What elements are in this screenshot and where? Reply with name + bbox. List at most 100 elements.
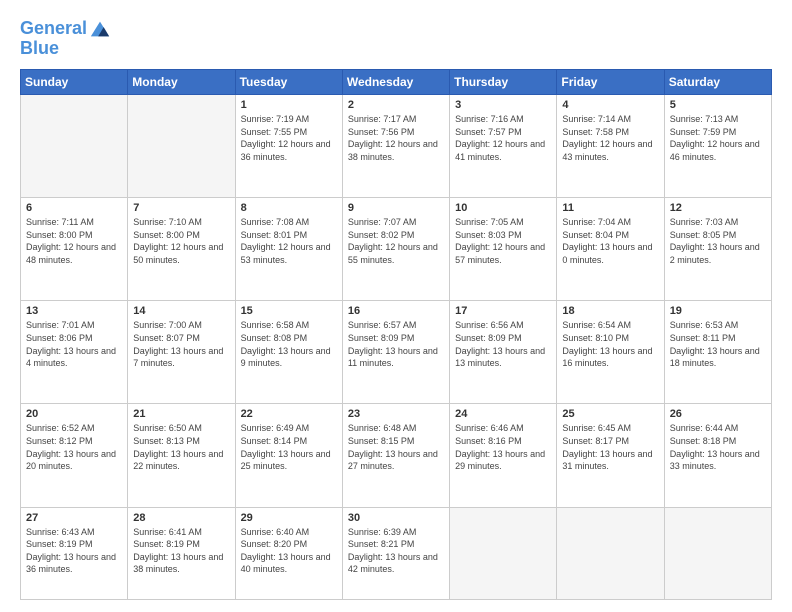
day-info: Sunrise: 7:17 AM Sunset: 7:56 PM Dayligh… xyxy=(348,113,444,163)
week-row-4: 27Sunrise: 6:43 AM Sunset: 8:19 PM Dayli… xyxy=(21,507,772,599)
day-info: Sunrise: 6:39 AM Sunset: 8:21 PM Dayligh… xyxy=(348,526,444,576)
calendar-cell xyxy=(557,507,664,599)
week-row-0: 1 Sunrise: 7:19 AM Sunset: 7:55 PM Daylig… xyxy=(21,95,772,198)
day-number: 9 xyxy=(348,202,444,214)
calendar-cell: 4 Sunrise: 7:14 AM Sunset: 7:58 PM Daylig… xyxy=(557,95,664,198)
calendar-cell: 9 Sunrise: 7:07 AM Sunset: 8:02 PM Daylig… xyxy=(342,198,449,301)
logo-blue: Blue xyxy=(20,38,111,59)
day-info: Sunrise: 7:04 AM Sunset: 8:04 PM Dayligh… xyxy=(562,216,658,266)
day-number: 1 xyxy=(241,99,337,111)
calendar-cell: 30Sunrise: 6:39 AM Sunset: 8:21 PM Dayli… xyxy=(342,507,449,599)
day-number: 24 xyxy=(455,408,551,420)
logo-general: General xyxy=(20,18,87,38)
calendar-cell: 11 Sunrise: 7:04 AM Sunset: 8:04 PM Dayli… xyxy=(557,198,664,301)
day-number: 21 xyxy=(133,408,229,420)
calendar-cell xyxy=(128,95,235,198)
day-number: 7 xyxy=(133,202,229,214)
day-number: 28 xyxy=(133,512,229,524)
calendar-cell xyxy=(21,95,128,198)
day-header-tuesday: Tuesday xyxy=(235,70,342,95)
day-info: Sunrise: 6:45 AM Sunset: 8:17 PM Dayligh… xyxy=(562,422,658,472)
logo-icon xyxy=(89,18,111,40)
day-info: Sunrise: 7:19 AM Sunset: 7:55 PM Dayligh… xyxy=(241,113,337,163)
day-number: 8 xyxy=(241,202,337,214)
page: General Blue SundayMondayTuesdayWednesda… xyxy=(0,0,792,612)
day-number: 15 xyxy=(241,305,337,317)
day-info: Sunrise: 7:08 AM Sunset: 8:01 PM Dayligh… xyxy=(241,216,337,266)
day-info: Sunrise: 6:41 AM Sunset: 8:19 PM Dayligh… xyxy=(133,526,229,576)
day-info: Sunrise: 7:16 AM Sunset: 7:57 PM Dayligh… xyxy=(455,113,551,163)
calendar-cell: 6 Sunrise: 7:11 AM Sunset: 8:00 PM Daylig… xyxy=(21,198,128,301)
day-info: Sunrise: 6:52 AM Sunset: 8:12 PM Dayligh… xyxy=(26,422,122,472)
day-info: Sunrise: 6:48 AM Sunset: 8:15 PM Dayligh… xyxy=(348,422,444,472)
day-header-wednesday: Wednesday xyxy=(342,70,449,95)
calendar-cell: 26 Sunrise: 6:44 AM Sunset: 8:18 PM Dayli… xyxy=(664,404,771,507)
day-info: Sunrise: 6:40 AM Sunset: 8:20 PM Dayligh… xyxy=(241,526,337,576)
calendar-cell: 22Sunrise: 6:49 AM Sunset: 8:14 PM Dayli… xyxy=(235,404,342,507)
day-number: 5 xyxy=(670,99,766,111)
day-number: 3 xyxy=(455,99,551,111)
calendar-cell: 7 Sunrise: 7:10 AM Sunset: 8:00 PM Daylig… xyxy=(128,198,235,301)
day-info: Sunrise: 6:43 AM Sunset: 8:19 PM Dayligh… xyxy=(26,526,122,576)
calendar-cell: 20Sunrise: 6:52 AM Sunset: 8:12 PM Dayli… xyxy=(21,404,128,507)
calendar-cell: 5Sunrise: 7:13 AM Sunset: 7:59 PM Daylig… xyxy=(664,95,771,198)
logo: General Blue xyxy=(20,18,111,59)
day-info: Sunrise: 6:58 AM Sunset: 8:08 PM Dayligh… xyxy=(241,319,337,369)
day-header-saturday: Saturday xyxy=(664,70,771,95)
day-info: Sunrise: 6:46 AM Sunset: 8:16 PM Dayligh… xyxy=(455,422,551,472)
day-number: 18 xyxy=(562,305,658,317)
logo-text: General xyxy=(20,19,87,39)
calendar-cell: 17Sunrise: 6:56 AM Sunset: 8:09 PM Dayli… xyxy=(450,301,557,404)
day-info: Sunrise: 6:49 AM Sunset: 8:14 PM Dayligh… xyxy=(241,422,337,472)
day-info: Sunrise: 7:10 AM Sunset: 8:00 PM Dayligh… xyxy=(133,216,229,266)
day-number: 6 xyxy=(26,202,122,214)
calendar-cell xyxy=(664,507,771,599)
calendar-cell: 1 Sunrise: 7:19 AM Sunset: 7:55 PM Daylig… xyxy=(235,95,342,198)
calendar-cell: 14 Sunrise: 7:00 AM Sunset: 8:07 PM Dayli… xyxy=(128,301,235,404)
day-info: Sunrise: 6:53 AM Sunset: 8:11 PM Dayligh… xyxy=(670,319,766,369)
day-number: 23 xyxy=(348,408,444,420)
day-header-monday: Monday xyxy=(128,70,235,95)
week-row-1: 6 Sunrise: 7:11 AM Sunset: 8:00 PM Daylig… xyxy=(21,198,772,301)
calendar-cell: 21 Sunrise: 6:50 AM Sunset: 8:13 PM Dayli… xyxy=(128,404,235,507)
day-number: 29 xyxy=(241,512,337,524)
calendar-cell: 23 Sunrise: 6:48 AM Sunset: 8:15 PM Dayli… xyxy=(342,404,449,507)
day-info: Sunrise: 6:44 AM Sunset: 8:18 PM Dayligh… xyxy=(670,422,766,472)
day-info: Sunrise: 7:11 AM Sunset: 8:00 PM Dayligh… xyxy=(26,216,122,266)
calendar-table: SundayMondayTuesdayWednesdayThursdayFrid… xyxy=(20,69,772,600)
calendar-cell: 24 Sunrise: 6:46 AM Sunset: 8:16 PM Dayli… xyxy=(450,404,557,507)
day-number: 11 xyxy=(562,202,658,214)
calendar-header-row: SundayMondayTuesdayWednesdayThursdayFrid… xyxy=(21,70,772,95)
week-row-2: 13Sunrise: 7:01 AM Sunset: 8:06 PM Dayli… xyxy=(21,301,772,404)
day-number: 16 xyxy=(348,305,444,317)
day-info: Sunrise: 7:14 AM Sunset: 7:58 PM Dayligh… xyxy=(562,113,658,163)
calendar-cell: 8 Sunrise: 7:08 AM Sunset: 8:01 PM Daylig… xyxy=(235,198,342,301)
day-number: 2 xyxy=(348,99,444,111)
calendar-cell: 19 Sunrise: 6:53 AM Sunset: 8:11 PM Dayli… xyxy=(664,301,771,404)
day-number: 14 xyxy=(133,305,229,317)
day-info: Sunrise: 7:00 AM Sunset: 8:07 PM Dayligh… xyxy=(133,319,229,369)
day-info: Sunrise: 6:50 AM Sunset: 8:13 PM Dayligh… xyxy=(133,422,229,472)
calendar-cell: 15 Sunrise: 6:58 AM Sunset: 8:08 PM Dayli… xyxy=(235,301,342,404)
calendar-cell xyxy=(450,507,557,599)
calendar-cell: 18 Sunrise: 6:54 AM Sunset: 8:10 PM Dayli… xyxy=(557,301,664,404)
day-info: Sunrise: 6:54 AM Sunset: 8:10 PM Dayligh… xyxy=(562,319,658,369)
calendar-cell: 10Sunrise: 7:05 AM Sunset: 8:03 PM Dayli… xyxy=(450,198,557,301)
calendar-cell: 27Sunrise: 6:43 AM Sunset: 8:19 PM Dayli… xyxy=(21,507,128,599)
day-number: 4 xyxy=(562,99,658,111)
day-info: Sunrise: 6:56 AM Sunset: 8:09 PM Dayligh… xyxy=(455,319,551,369)
day-number: 25 xyxy=(562,408,658,420)
calendar-cell: 25 Sunrise: 6:45 AM Sunset: 8:17 PM Dayli… xyxy=(557,404,664,507)
day-number: 26 xyxy=(670,408,766,420)
calendar-cell: 2 Sunrise: 7:17 AM Sunset: 7:56 PM Daylig… xyxy=(342,95,449,198)
day-number: 12 xyxy=(670,202,766,214)
calendar-cell: 12Sunrise: 7:03 AM Sunset: 8:05 PM Dayli… xyxy=(664,198,771,301)
day-header-friday: Friday xyxy=(557,70,664,95)
day-header-sunday: Sunday xyxy=(21,70,128,95)
calendar-cell: 3 Sunrise: 7:16 AM Sunset: 7:57 PM Daylig… xyxy=(450,95,557,198)
calendar-cell: 29 Sunrise: 6:40 AM Sunset: 8:20 PM Dayli… xyxy=(235,507,342,599)
day-info: Sunrise: 7:07 AM Sunset: 8:02 PM Dayligh… xyxy=(348,216,444,266)
week-row-3: 20Sunrise: 6:52 AM Sunset: 8:12 PM Dayli… xyxy=(21,404,772,507)
day-number: 13 xyxy=(26,305,122,317)
day-number: 19 xyxy=(670,305,766,317)
